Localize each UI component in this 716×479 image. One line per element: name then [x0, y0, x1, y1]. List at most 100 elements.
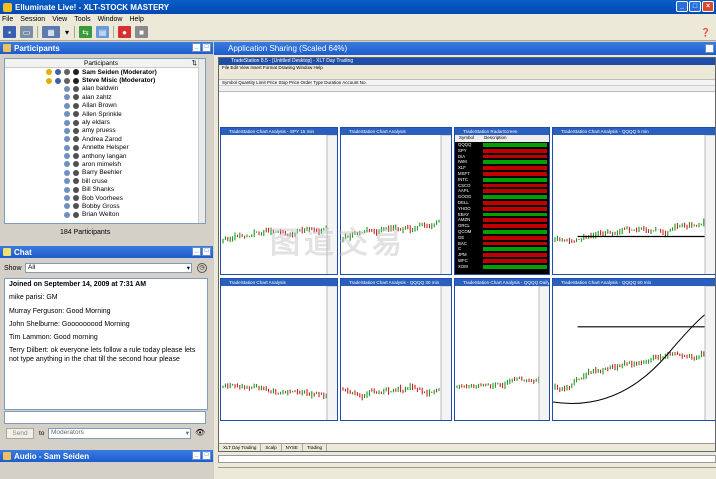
status-icon — [73, 153, 79, 160]
audio-header: Audio - Sam Seiden _ □ — [0, 450, 213, 462]
participant-status-icons — [5, 195, 82, 202]
status-icon — [73, 136, 79, 143]
tab-trading[interactable]: Trading — [303, 444, 327, 451]
status-icon — [64, 85, 70, 92]
participants-scrollbar[interactable] — [198, 59, 205, 223]
chart-window[interactable]: TradeStation Chart Analysis - QQQQ Daily — [454, 278, 550, 421]
radar-value-cell — [483, 183, 547, 188]
radar-screen-window[interactable]: TradeStation RadarScreen Symbol Descriptio… — [454, 127, 550, 275]
chart-window-title: TradeStation Chart Analysis - QQQQ Daily — [455, 279, 549, 286]
menu-file[interactable]: File — [2, 16, 13, 23]
print-icon[interactable]: ▭ — [20, 26, 33, 38]
participant-row[interactable]: aron mimelsh — [5, 160, 205, 168]
participant-row[interactable]: Annette Helsper — [5, 144, 205, 152]
tab-nyse[interactable]: NYSE — [282, 444, 303, 451]
panel-maximize-button[interactable]: □ — [202, 247, 211, 256]
radar-value-cell — [483, 166, 547, 170]
participant-row[interactable]: anthony langan — [5, 152, 205, 160]
status-icon — [73, 186, 79, 193]
panel-maximize-button[interactable]: □ — [202, 43, 211, 52]
audio-title: Audio - Sam Seiden — [14, 451, 90, 461]
eye-icon[interactable]: 👁 — [195, 428, 205, 437]
menu-session[interactable]: Session — [20, 16, 45, 23]
participant-row[interactable]: aly eldars — [5, 118, 205, 126]
radar-value-cell — [483, 154, 547, 159]
participant-row[interactable]: Allan Brown — [5, 102, 205, 110]
chat-input[interactable] — [4, 411, 206, 424]
participant-row[interactable]: Allen Sprinkle — [5, 110, 205, 118]
whiteboard-icon[interactable]: ▤ — [96, 26, 109, 38]
panel-minimize-button[interactable]: _ — [192, 451, 201, 460]
participant-status-icons — [5, 111, 82, 118]
moderator-icon — [46, 69, 52, 76]
menu-tools[interactable]: Tools — [74, 16, 90, 23]
chat-clock-icon[interactable]: ◷ — [197, 263, 207, 273]
tab-scalp[interactable]: Scalp — [261, 444, 282, 451]
network-icon[interactable]: ⇆ — [79, 26, 92, 38]
chart-window[interactable]: TradeStation Chart Analysis - QQQQ 60 mi… — [552, 278, 715, 421]
participant-row[interactable]: Bill Shanks — [5, 185, 205, 193]
participant-name: alan zahtz — [82, 93, 112, 101]
participant-row[interactable]: alan zahtz — [5, 93, 205, 101]
menu-window[interactable]: Window — [98, 16, 123, 23]
participants-column-label: Participants — [84, 59, 118, 67]
speaker-icon — [3, 452, 11, 460]
tradestation-title: TradeStation 8.5 - [Untitled Desktop] - … — [219, 58, 715, 65]
radar-row[interactable]: XOM — [455, 264, 549, 270]
participant-row[interactable]: Brian Welton — [5, 211, 205, 219]
help-icon[interactable]: ❓ — [699, 26, 712, 38]
sort-icon[interactable]: ⇅ — [192, 59, 197, 67]
minimize-button[interactable]: _ — [676, 1, 688, 12]
radar-symbol: XOM — [458, 263, 468, 269]
chat-icon — [3, 248, 11, 256]
watermark: 图道交易 — [270, 226, 406, 261]
workspace-tabs: XLT Day Trading Scalp NYSE Trading — [219, 443, 715, 451]
price-axis — [440, 285, 451, 420]
participant-row[interactable]: Barry Beehler — [5, 169, 205, 177]
participant-status-icons — [5, 119, 82, 126]
chat-message: John Shelburne: Gooooooood Morning — [9, 320, 130, 328]
panel-maximize-button[interactable]: □ — [202, 451, 211, 460]
chart-body — [341, 285, 451, 420]
participant-row[interactable]: Bob Voorhees — [5, 194, 205, 202]
participant-name: Bobby Gross — [82, 202, 120, 210]
participant-row[interactable]: Sam Seiden (Moderator) — [5, 68, 205, 76]
participant-row[interactable]: alan baldwin — [5, 85, 205, 93]
layout-icon[interactable]: ▦ — [42, 26, 60, 38]
participants-list[interactable]: Participants ⇅ Sam Seiden (Moderator) Ste… — [4, 58, 206, 224]
participant-row[interactable]: bill cruse — [5, 177, 205, 185]
record-icon[interactable]: ● — [118, 26, 131, 38]
chart-window[interactable]: TradeStation Chart Analysis - QQQQ 30 mi… — [340, 278, 452, 421]
chart-window[interactable]: TradeStation Chart Analysis - QQQQ 5 min — [552, 127, 715, 275]
menu-help[interactable]: Help — [129, 16, 143, 23]
chart-window-title: TradeStation Chart Analysis - QQQQ 60 mi… — [553, 279, 715, 286]
participant-status-icons — [5, 153, 82, 160]
panel-maximize-button[interactable] — [705, 44, 714, 53]
chart-window[interactable]: TradeStation Chart Analysis — [220, 278, 338, 421]
chat-recipient-select[interactable]: Moderators ▾ — [48, 428, 191, 439]
chat-message: Terry Dilbert: ok everyone lets follow a… — [9, 347, 196, 363]
chat-filter-select[interactable]: All ▾ — [25, 263, 192, 273]
participant-row[interactable]: amy pruess — [5, 127, 205, 135]
panel-minimize-button[interactable]: _ — [192, 247, 201, 256]
send-button[interactable]: Send — [6, 428, 34, 439]
participant-row[interactable]: Bobby Gross — [5, 202, 205, 210]
participant-row[interactable]: Steve Misic (Moderator) — [5, 76, 205, 84]
participant-status-icons — [5, 203, 82, 210]
participant-row[interactable]: Andrea Zarod — [5, 135, 205, 143]
save-icon[interactable]: ▪ — [3, 26, 16, 38]
tab-xlt-day-trading[interactable]: XLT Day Trading — [219, 444, 262, 451]
participants-column-header: Participants ⇅ — [5, 59, 205, 68]
menu-view[interactable]: View — [52, 16, 67, 23]
participant-status-icons — [5, 211, 82, 218]
status-icon — [73, 69, 79, 76]
panel-minimize-button[interactable]: _ — [192, 43, 201, 52]
close-button[interactable]: × — [702, 1, 714, 12]
bookmark-icon[interactable]: ■ — [135, 26, 148, 38]
chevron-down-icon: ▾ — [186, 265, 190, 272]
shared-scrollbar[interactable] — [218, 455, 716, 463]
chat-message: Joined on September 14, 2009 at 7:31 AM — [9, 281, 147, 288]
chevron-down-icon[interactable]: ▾ — [64, 26, 70, 38]
maximize-button[interactable]: □ — [689, 1, 701, 12]
participant-status-icons — [5, 69, 82, 76]
